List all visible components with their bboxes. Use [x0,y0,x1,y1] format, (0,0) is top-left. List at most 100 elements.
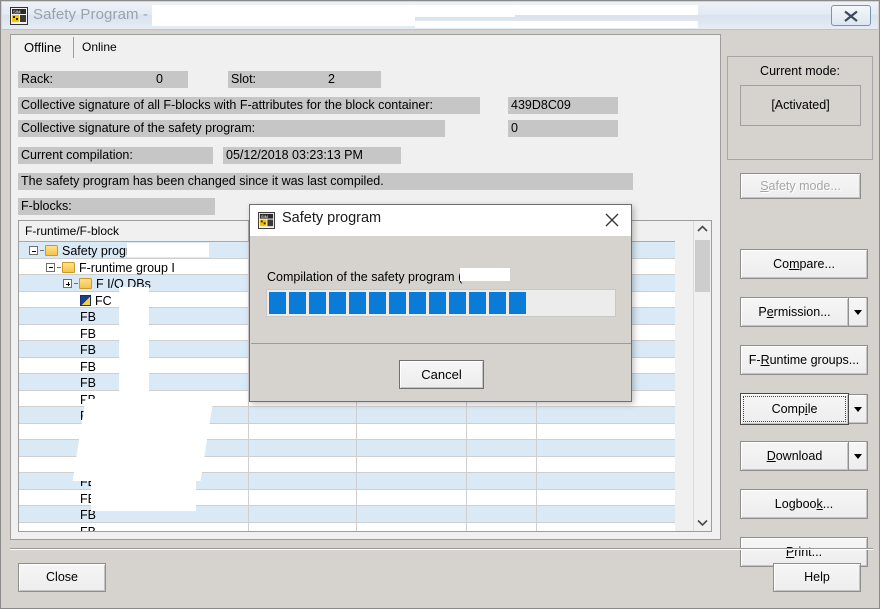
safety-mode-button[interactable]: Safety mode... [740,173,861,199]
dialog-title: Safety program [282,210,381,226]
table-vertical-scrollbar[interactable] [693,221,711,531]
slot-label: Slot: [228,71,303,88]
collective-program-label: Collective signature of the safety progr… [18,120,445,137]
compile-pre: Comp [772,402,805,416]
safety-program-window: SIM Safety Program - Offline Online Rack… [0,0,880,609]
cell-flag [467,523,537,533]
block-name-label: FB [80,310,96,324]
logbook-pre: Logboo [775,497,817,511]
permission-mnemonic: e [767,305,774,319]
compare-button[interactable]: Compare... [740,249,868,279]
compile-mnemonic: i [805,402,808,416]
download-button[interactable]: Download [740,441,849,471]
progress-segment [329,292,346,314]
fblocks-label: F-blocks: [18,198,215,215]
cell-signature [357,424,467,440]
sidebar: Current mode: [Activated] Safety mode...… [727,34,873,540]
progress-segment [349,292,366,314]
svg-text:SIM: SIM [13,9,21,14]
dialog-cancel-button[interactable]: Cancel [399,360,484,389]
tree-collapse-icon[interactable] [46,263,55,272]
dialog-close-button[interactable] [601,209,623,231]
dialog-titlebar: SIM Safety program [250,205,631,236]
scroll-down-button[interactable] [694,514,711,531]
cell-signature [357,473,467,489]
dialog-separator [251,343,631,344]
cell-flag [467,490,537,506]
cell-extra [537,407,694,423]
table-row[interactable]: FB [19,523,694,533]
compare-mnemonic: m [789,257,799,271]
progress-segment [429,292,446,314]
tree-connector [57,267,61,268]
window-title: Safety Program - [33,6,148,23]
cell-extra [537,440,694,456]
logbook-button[interactable]: Logbook... [740,489,868,519]
footer-divider [10,548,873,550]
table-redaction-3 [125,293,179,303]
f-runtime-groups-button[interactable]: F-Runtime groups... [740,345,868,375]
window-titlebar: SIM Safety Program - [2,2,878,30]
scroll-up-button[interactable] [694,221,711,238]
cell-extra [537,457,694,473]
cell-block-type [249,457,357,473]
cell-block-name: FB [19,523,249,533]
fruntime-post: untime groups... [770,353,860,367]
cell-flag [467,424,537,440]
download-dropdown-arrow[interactable] [849,441,868,471]
cell-extra [537,424,694,440]
compare-post: pare... [799,257,834,271]
cell-flag [467,440,537,456]
collective-all-label: Collective signature of all F-blocks wit… [18,97,480,114]
progress-segment [269,292,286,314]
safety-program-icon: SIM [10,7,28,25]
cell-block-type [249,407,357,423]
chevron-down-icon [694,514,711,531]
tab-online[interactable]: Online [73,37,125,58]
scroll-thumb[interactable] [695,240,710,292]
status-message: The safety program has been changed sinc… [18,173,633,190]
close-button[interactable]: Close [18,563,106,592]
block-name-label: FB [80,326,96,340]
tree-expand-icon[interactable] [63,279,72,288]
fruntime-mnemonic: R [761,353,770,367]
table-redaction-1 [127,243,209,257]
help-button[interactable]: Help [773,563,861,592]
rack-value: 0 [153,71,188,88]
window-close-button[interactable] [831,5,871,26]
permission-dropdown-arrow[interactable] [849,297,868,327]
chevron-up-icon [694,221,711,238]
compile-post: le [808,402,818,416]
block-name-label: FB [80,359,96,373]
cell-block-name: F-runtime group I [19,259,249,275]
cell-flag [467,407,537,423]
block-name-label: FB [80,524,96,532]
cell-signature [357,523,467,533]
compile-dropdown-arrow[interactable] [849,394,868,424]
tree-collapse-icon[interactable] [29,246,38,255]
cell-extra [537,506,694,522]
download-mnemonic: D [767,449,776,463]
cell-extra [537,473,694,489]
cell-extra [537,490,694,506]
download-post: ownload [776,449,823,463]
cell-flag [467,506,537,522]
col-header-name[interactable]: F-runtime/F-block [19,221,249,242]
compile-button[interactable]: Compile [740,393,849,425]
current-compilation-value: 05/12/2018 03:23:13 PM [223,147,401,164]
cell-signature [357,457,467,473]
compilation-progress-bar [266,289,616,317]
tree-connector [74,283,78,284]
current-mode-label: Current mode: [727,64,873,78]
progress-segment [489,292,506,314]
progress-segment [469,292,486,314]
cell-signature [357,506,467,522]
folder-icon [45,245,58,256]
tab-offline[interactable]: Offline [15,37,69,58]
cell-block-type [249,424,357,440]
permission-button[interactable]: Permission... [740,297,849,327]
cell-flag [467,457,537,473]
svg-text:SIM: SIM [261,214,268,219]
block-name-label: FC [95,293,112,307]
block-name-label: FB [80,343,96,357]
